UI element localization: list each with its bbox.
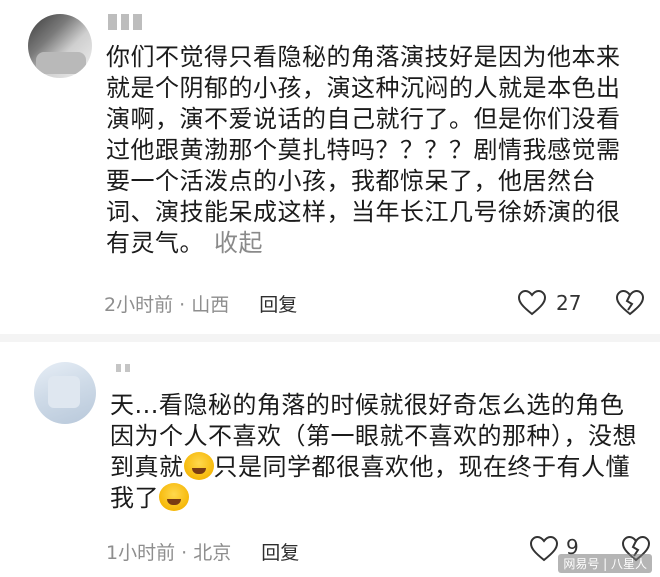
avatar[interactable] — [28, 14, 92, 78]
heart-outline-icon[interactable] — [518, 290, 546, 316]
comment-text: 天...看隐秘的角落的时候就很好奇怎么选的角色因为个人不喜欢（第一眼就不喜欢的那… — [110, 390, 640, 514]
heart-outline-icon[interactable] — [530, 536, 558, 562]
reply-button[interactable]: 回复 — [259, 290, 297, 317]
username-blurred[interactable] — [108, 14, 143, 30]
comment-body: 你们不觉得只看隐秘的角落演技好是因为他本来就是个阴郁的小孩，演这种沉闷的人就是本… — [106, 43, 621, 257]
watermark: 网易号 | 八星人 — [558, 554, 652, 573]
like-count: 27 — [556, 291, 582, 315]
comment-meta: 1小时前 · 北京 回复 — [106, 538, 299, 565]
username-blurred[interactable] — [116, 364, 130, 372]
collapse-link[interactable]: 收起 — [214, 229, 263, 257]
reply-button[interactable]: 回复 — [261, 538, 299, 565]
time-location: 1小时前 · 北京 — [106, 542, 232, 564]
comment-meta: 2小时前 · 山西 回复 — [104, 290, 297, 317]
avatar[interactable] — [34, 362, 96, 424]
divider — [0, 334, 660, 342]
comment-text: 你们不觉得只看隐秘的角落演技好是因为他本来就是个阴郁的小孩，演这种沉闷的人就是本… — [106, 42, 636, 259]
crying-emoji-icon — [159, 483, 189, 511]
rolling-laughing-emoji-icon — [183, 452, 214, 480]
broken-heart-icon[interactable] — [616, 290, 644, 316]
time-location: 2小时前 · 山西 — [104, 294, 230, 316]
